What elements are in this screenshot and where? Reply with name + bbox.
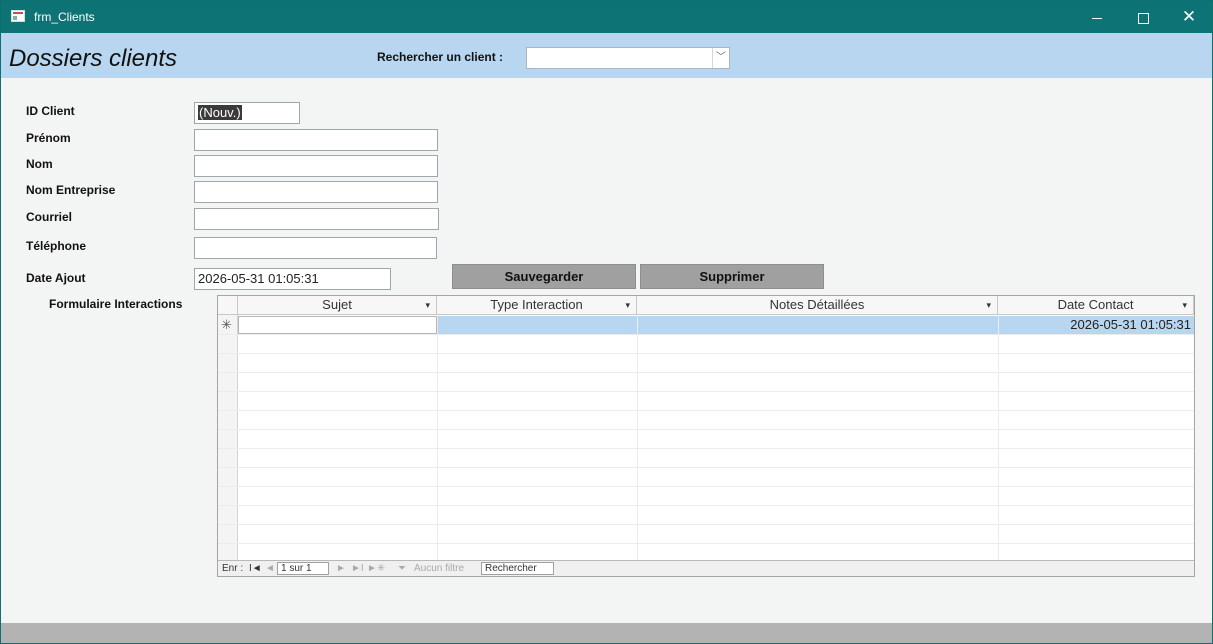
close-button[interactable]: ✕	[1166, 1, 1212, 33]
chevron-down-icon[interactable]: ﹀	[712, 48, 729, 68]
column-header-label: Date Contact	[1057, 297, 1134, 312]
courriel-field[interactable]	[194, 208, 439, 230]
column-header-label: Type Interaction	[490, 297, 583, 312]
dropdown-arrow-icon[interactable]: ▾	[1182, 296, 1187, 314]
filter-icon: ⏷	[398, 563, 406, 574]
dropdown-arrow-icon[interactable]: ▾	[425, 296, 430, 314]
date-ajout-label: Date Ajout	[26, 271, 86, 285]
id-client-value: (Nouv.)	[198, 105, 242, 120]
interactions-datasheet[interactable]: Sujet ▾ Type Interaction ▾ Notes Détaillée…	[217, 295, 1195, 577]
column-header-type-interaction[interactable]: Type Interaction ▾	[437, 296, 637, 315]
record-selector-column[interactable]	[218, 296, 238, 560]
client-search-combo[interactable]: ﹀	[526, 47, 730, 69]
entreprise-label: Nom Entreprise	[26, 183, 116, 197]
column-header-label: Notes Détaillées	[769, 297, 865, 312]
record-navigation-bar: Enr : I◄ ◄ 1 sur 1 ► ►I ►✳ ⏷ Aucun filtr…	[218, 560, 1194, 576]
nom-field[interactable]	[194, 155, 438, 177]
status-bar	[1, 623, 1212, 643]
first-record-icon[interactable]: I◄	[249, 563, 262, 574]
prenom-label: Prénom	[26, 131, 71, 145]
date-ajout-field[interactable]: 2026-05-31 01:05:31	[194, 268, 391, 290]
id-client-label: ID Client	[26, 104, 75, 118]
close-icon: ✕	[1181, 7, 1197, 27]
datasheet-search-field[interactable]: Rechercher	[481, 562, 554, 575]
dropdown-arrow-icon[interactable]: ▾	[625, 296, 630, 314]
filter-status[interactable]: Aucun filtre	[414, 563, 464, 574]
last-record-icon[interactable]: ►I	[351, 563, 364, 574]
minimize-icon	[1092, 17, 1102, 19]
record-position-field[interactable]: 1 sur 1	[277, 562, 329, 575]
cell-sujet[interactable]	[238, 316, 437, 334]
delete-button[interactable]: Supprimer	[640, 264, 824, 289]
cell-type-interaction[interactable]	[437, 316, 637, 334]
search-label: Rechercher un client :	[377, 50, 504, 64]
cell-notes[interactable]	[637, 316, 998, 334]
prenom-field[interactable]	[194, 129, 438, 151]
cell-date-contact[interactable]: 2026-05-31 01:05:31	[998, 316, 1194, 334]
new-record-icon: ✳	[221, 317, 232, 332]
telephone-field[interactable]	[194, 237, 437, 259]
select-all-cell[interactable]	[218, 296, 238, 315]
entreprise-field[interactable]	[194, 181, 438, 203]
column-header-date-contact[interactable]: Date Contact ▾	[998, 296, 1194, 315]
interactions-subform-label: Formulaire Interactions	[49, 297, 183, 311]
column-header-sujet[interactable]: Sujet ▾	[238, 296, 437, 315]
window-title: frm_Clients	[34, 10, 95, 24]
form-icon	[11, 10, 25, 22]
next-record-icon[interactable]: ►	[336, 563, 346, 574]
courriel-label: Courriel	[26, 210, 73, 224]
page-title: Dossiers clients	[9, 45, 178, 72]
id-client-field[interactable]: (Nouv.)	[194, 102, 300, 124]
maximize-icon	[1137, 12, 1149, 24]
title-bar: frm_Clients ✕	[1, 1, 1212, 33]
maximize-button[interactable]	[1120, 1, 1166, 33]
column-header-notes[interactable]: Notes Détaillées ▾	[637, 296, 998, 315]
new-record-nav-icon[interactable]: ►✳	[367, 563, 385, 574]
dropdown-arrow-icon[interactable]: ▾	[986, 296, 991, 314]
save-button[interactable]: Sauvegarder	[452, 264, 636, 289]
form-window: frm_Clients ✕ Dossiers clients Recherche…	[0, 0, 1213, 644]
record-label: Enr :	[222, 563, 244, 574]
nom-label: Nom	[26, 157, 53, 171]
column-header-label: Sujet	[322, 297, 352, 312]
form-header: Dossiers clients Rechercher un client : …	[1, 33, 1212, 78]
previous-record-icon[interactable]: ◄	[265, 563, 275, 574]
telephone-label: Téléphone	[26, 239, 87, 253]
minimize-button[interactable]	[1074, 1, 1120, 33]
